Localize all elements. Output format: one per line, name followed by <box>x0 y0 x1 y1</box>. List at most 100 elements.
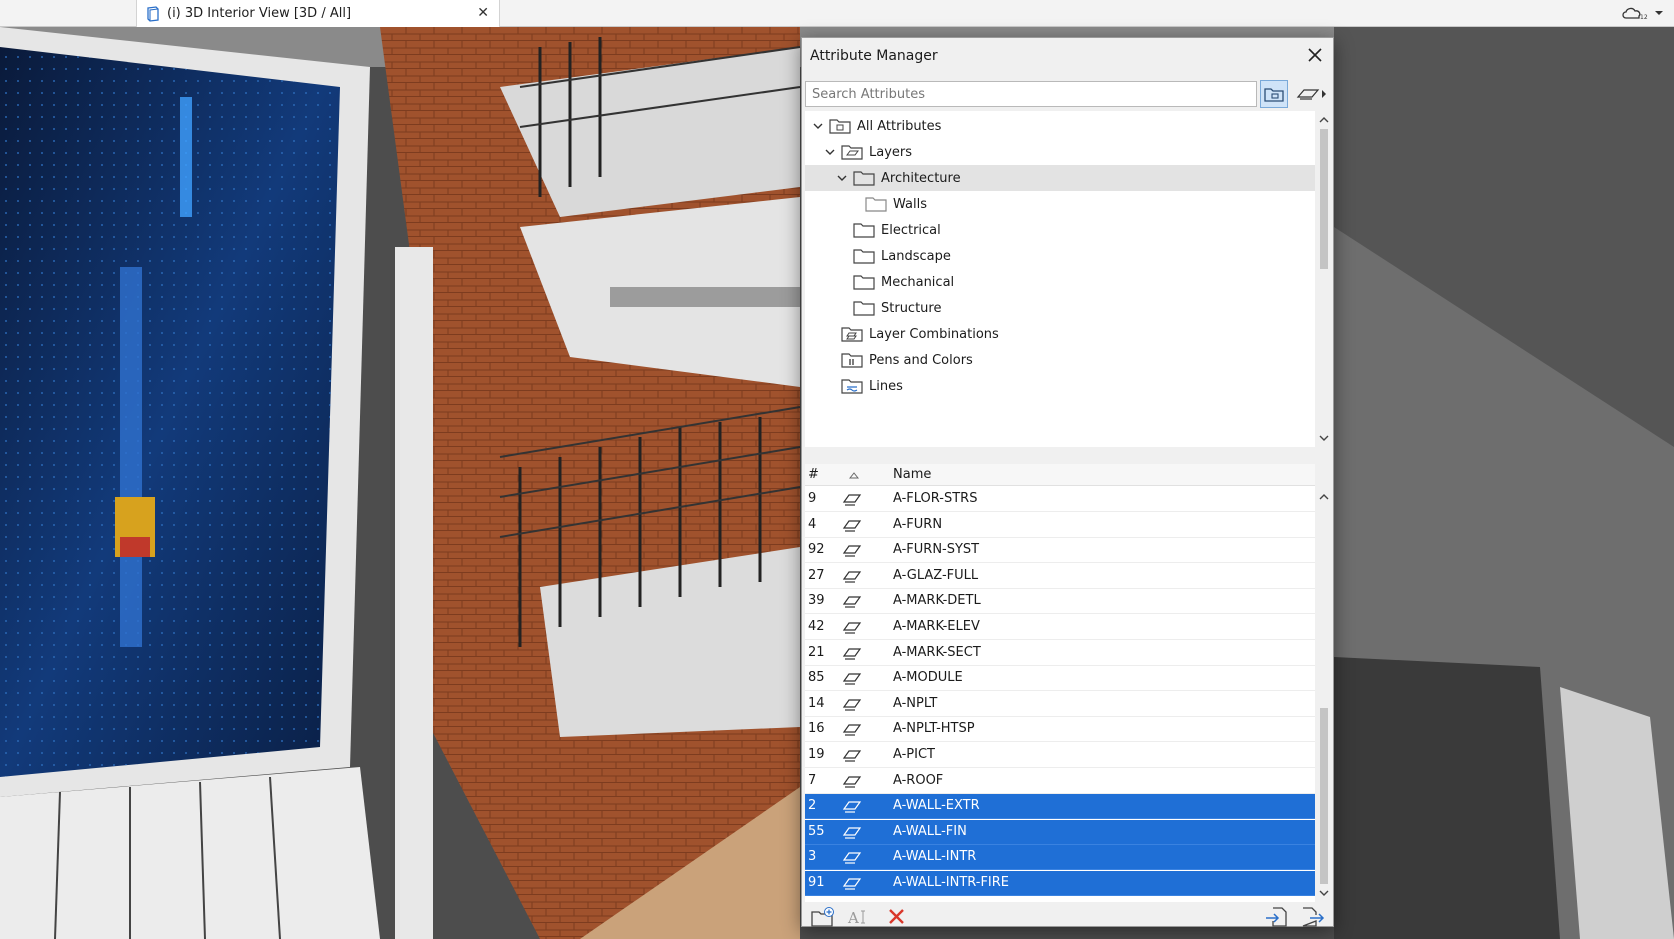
delete-button[interactable] <box>884 906 910 928</box>
attribute-type-menu-button[interactable] <box>1296 83 1330 105</box>
chevron-down-icon[interactable] <box>823 145 837 159</box>
attribute-tree: All Attributes Layers Architecture Walls… <box>805 111 1315 447</box>
folder-icon <box>853 249 875 264</box>
column-header-number[interactable]: # <box>808 467 819 482</box>
tree-item-mechanical[interactable]: Mechanical <box>805 269 1315 295</box>
tree-scroll-thumb[interactable] <box>1320 129 1328 269</box>
tree-scrollbar[interactable] <box>1316 111 1332 447</box>
close-dialog-icon[interactable] <box>1305 45 1325 65</box>
tree-item-pens-and-colors[interactable]: Pens and Colors <box>805 347 1315 373</box>
scroll-up-icon[interactable] <box>1318 492 1330 502</box>
column-header-name[interactable]: Name <box>893 467 931 482</box>
row-number: 14 <box>808 695 825 711</box>
table-row[interactable]: 16 A-NPLT-HTSP <box>805 717 1315 743</box>
tree-item-landscape[interactable]: Landscape <box>805 243 1315 269</box>
attribute-manager-dialog: Attribute Manager All Attributes Layers … <box>801 37 1334 927</box>
dialog-title: Attribute Manager <box>810 48 938 64</box>
svg-text:A: A <box>847 909 859 927</box>
table-row[interactable]: 3 A-WALL-INTR <box>805 845 1315 871</box>
row-number: 21 <box>808 644 825 660</box>
tree-item-lines[interactable]: Lines <box>805 373 1315 399</box>
row-name: A-NPLT <box>893 695 938 711</box>
row-number: 4 <box>808 516 817 532</box>
tree-item-architecture[interactable]: Architecture <box>805 165 1315 191</box>
table-row[interactable]: 4 A-FURN <box>805 513 1315 538</box>
chevron-down-icon[interactable] <box>811 119 825 133</box>
table-row[interactable]: 9 A-FLOR-STRS <box>805 487 1315 512</box>
tree-item-layers[interactable]: Layers <box>805 139 1315 165</box>
layer-icon <box>842 494 862 506</box>
row-number: 85 <box>808 670 825 686</box>
tree-item-all-attributes[interactable]: All Attributes <box>805 113 1315 139</box>
tree-item-walls[interactable]: Walls <box>805 191 1315 217</box>
tree-item-layer-combinations[interactable]: Layer Combinations <box>805 321 1315 347</box>
scroll-down-icon[interactable] <box>1318 888 1330 898</box>
row-number: 91 <box>808 875 825 890</box>
table-row[interactable]: 55 A-WALL-FIN <box>805 819 1315 845</box>
layer-combinations-icon <box>841 327 863 342</box>
row-name: A-GLAZ-FULL <box>893 567 979 583</box>
folder-icon <box>865 197 887 212</box>
row-name: A-MARK-SECT <box>893 644 981 660</box>
rename-button[interactable]: A <box>846 906 872 928</box>
layer-icon <box>842 519 862 532</box>
table-row[interactable]: 92 A-FURN-SYST <box>805 538 1315 564</box>
tree-item-label: Electrical <box>881 222 941 238</box>
export-button[interactable] <box>1300 906 1326 928</box>
tree-item-label: Landscape <box>881 248 951 264</box>
new-folder-button[interactable] <box>810 906 836 928</box>
search-attributes-input[interactable] <box>805 81 1257 107</box>
import-button[interactable] <box>1264 906 1290 928</box>
table-row[interactable]: 2 A-WALL-EXTR <box>805 794 1315 820</box>
scroll-up-icon[interactable] <box>1318 115 1330 125</box>
folder-filter-button[interactable] <box>1260 80 1288 108</box>
table-row[interactable]: 19 A-PICT <box>805 743 1315 768</box>
svg-text:12: 12 <box>1640 14 1648 21</box>
layer-icon <box>842 673 862 685</box>
attribute-list-table: # Name 9 A-FLOR-STRS 4 A-FURN 92 A-FURN-SYST 2… <box>805 464 1315 902</box>
cloud-icon: 12 <box>1622 7 1648 21</box>
layer-icon <box>842 878 862 890</box>
table-scroll-thumb[interactable] <box>1320 708 1328 884</box>
row-name: A-FURN <box>893 516 943 532</box>
table-row[interactable]: 7 A-ROOF <box>805 769 1315 794</box>
table-scrollbar[interactable] <box>1316 464 1332 902</box>
table-row[interactable]: 39 A-MARK-DETL <box>805 589 1315 615</box>
layer-icon <box>1296 89 1320 100</box>
tab-label: (i) 3D Interior View [3D / All] <box>167 6 352 21</box>
row-number: 9 <box>808 491 817 506</box>
layer-icon <box>842 801 862 813</box>
tree-item-label: Pens and Colors <box>869 352 973 368</box>
row-number: 92 <box>808 542 825 558</box>
tab-3d-interior-view[interactable]: (i) 3D Interior View [3D / All] ✕ <box>136 0 500 27</box>
layer-icon <box>842 852 862 864</box>
row-number: 39 <box>808 593 825 609</box>
row-number: 55 <box>808 823 825 839</box>
tree-item-label: Architecture <box>881 170 961 186</box>
tree-item-structure[interactable]: Structure <box>805 295 1315 321</box>
row-name: A-PICT <box>893 747 935 762</box>
scroll-down-icon[interactable] <box>1318 433 1330 443</box>
row-number: 2 <box>808 798 817 814</box>
layer-icon <box>842 571 862 583</box>
table-row[interactable]: 42 A-MARK-ELEV <box>805 615 1315 640</box>
layer-icon <box>842 775 862 788</box>
table-row[interactable]: 14 A-NPLT <box>805 692 1315 717</box>
row-number: 7 <box>808 772 817 788</box>
tree-item-label: Structure <box>881 300 942 316</box>
row-number: 42 <box>808 619 825 634</box>
chevron-right-icon <box>1322 90 1326 98</box>
table-row[interactable]: 21 A-MARK-SECT <box>805 641 1315 666</box>
tree-item-electrical[interactable]: Electrical <box>805 217 1315 243</box>
table-row[interactable]: 91 A-WALL-INTR-FIRE <box>805 871 1315 896</box>
sort-ascending-icon[interactable] <box>849 471 859 479</box>
chevron-down-icon[interactable] <box>835 171 849 185</box>
folder-icon <box>853 171 875 186</box>
table-row[interactable]: 27 A-GLAZ-FULL <box>805 564 1315 589</box>
rename-icon: A <box>847 909 865 927</box>
document-tab-bar: (i) 3D Interior View [3D / All] ✕ 12 <box>0 0 1674 27</box>
tab-bar-menu[interactable]: 12 <box>1620 5 1664 21</box>
table-row[interactable]: 85 A-MODULE <box>805 666 1315 692</box>
close-tab-icon[interactable]: ✕ <box>477 5 489 21</box>
row-name: A-FURN-SYST <box>893 542 980 558</box>
